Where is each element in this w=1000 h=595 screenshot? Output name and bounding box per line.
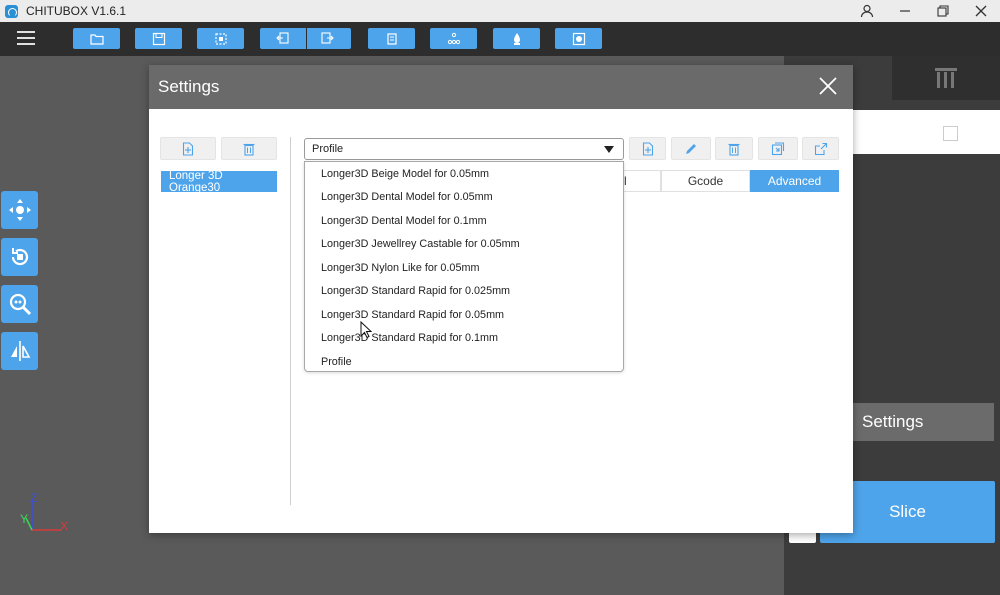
profile-option[interactable]: Longer3D Nylon Like for 0.05mm [305, 256, 623, 279]
edit-profile-button[interactable] [671, 137, 711, 160]
select-icon [214, 32, 227, 45]
tab-gcode[interactable]: Gcode [661, 170, 750, 192]
tab-hidden[interactable]: l [621, 170, 661, 192]
add-file-icon [642, 141, 653, 156]
restore-icon[interactable] [924, 0, 962, 22]
title-bar: CHITUBOX V1.6.1 [0, 0, 1000, 22]
export-profile-button[interactable] [802, 137, 839, 160]
settings-dialog: Settings Longer 3D Orange30 l Gcode Adva… [149, 65, 853, 533]
machine-list-item[interactable]: Longer 3D Orange30 [161, 170, 277, 194]
mouse-cursor-icon [360, 321, 372, 339]
main-toolbar [0, 22, 1000, 56]
frame-button[interactable] [555, 28, 602, 49]
support-button[interactable] [430, 28, 477, 49]
save-button[interactable] [135, 28, 182, 49]
profile-option[interactable]: Longer3D Standard Rapid for 0.05mm [305, 303, 623, 326]
copy-button[interactable] [368, 28, 415, 49]
hollow-button[interactable] [493, 28, 540, 49]
add-profile-button[interactable] [629, 137, 666, 160]
dialog-header: Settings [149, 65, 853, 109]
axis-y-label: Y [20, 512, 28, 526]
delete-profile-button[interactable] [715, 137, 753, 160]
delete-machine-button[interactable] [221, 137, 277, 160]
trash-icon [728, 143, 740, 156]
profile-option[interactable]: Longer3D Standard Rapid for 0.1mm [305, 327, 623, 350]
frame-icon [572, 32, 585, 45]
trash-icon [243, 143, 255, 156]
profile-option[interactable]: Longer3D Standard Rapid for 0.025mm [305, 280, 623, 303]
profile-option[interactable]: Longer3D Dental Model for 0.1mm [305, 209, 623, 232]
scale-tool-button[interactable] [1, 285, 38, 323]
tab-advanced[interactable]: Advanced [750, 170, 839, 192]
model-list-header [892, 56, 1000, 100]
add-machine-button[interactable] [160, 137, 216, 160]
dropdown-arrow-icon [604, 146, 614, 153]
move-tool-button[interactable] [1, 191, 38, 229]
delete-model-icon[interactable] [972, 125, 988, 146]
save-icon [152, 32, 165, 45]
move-icon [8, 199, 31, 221]
window-controls [848, 0, 1000, 22]
open-file-icon [89, 33, 104, 45]
add-file-icon [182, 141, 194, 156]
select-all-checkbox[interactable] [943, 126, 959, 141]
select-all-control[interactable]: Select All [886, 126, 959, 141]
pencil-icon [686, 143, 696, 154]
hollow-icon [513, 32, 520, 45]
profile-select[interactable]: Profile [304, 138, 624, 160]
rotate-icon [11, 248, 28, 266]
select-all-label: Select All [886, 126, 936, 141]
settings-button[interactable]: Settings [852, 403, 994, 441]
undo-icon[interactable] [276, 31, 290, 45]
import-profile-button[interactable] [758, 137, 798, 160]
platform-icon[interactable] [932, 65, 960, 91]
hamburger-menu-icon[interactable] [17, 31, 35, 45]
profile-option[interactable]: Longer3D Dental Model for 0.05mm [305, 186, 623, 209]
rotate-tool-button[interactable] [1, 238, 38, 276]
mirror-icon [10, 341, 30, 361]
export-icon [814, 142, 827, 155]
close-icon[interactable] [962, 0, 1000, 22]
settings-tabs: l Gcode Advanced [621, 170, 839, 192]
dialog-title: Settings [158, 77, 220, 96]
redo-icon[interactable] [320, 31, 334, 45]
support-icon [447, 32, 460, 44]
profile-option[interactable]: Profile [305, 350, 623, 373]
axis-z-label: Z [30, 491, 37, 505]
minimize-icon[interactable] [886, 0, 924, 22]
mirror-tool-button[interactable] [1, 332, 38, 370]
copy-icon [386, 32, 397, 45]
scale-icon [9, 293, 31, 316]
profile-select-value: Profile [312, 143, 344, 155]
axis-x-label: X [60, 519, 68, 533]
profile-option[interactable]: Longer3D Beige Model for 0.05mm [305, 162, 623, 185]
axis-indicator: Z Y X [20, 491, 68, 533]
open-file-button[interactable] [73, 28, 120, 49]
panel-divider [290, 137, 291, 505]
dialog-close-icon[interactable] [817, 75, 839, 97]
select-button[interactable] [197, 28, 244, 49]
profile-dropdown-list: Longer3D Beige Model for 0.05mm Longer3D… [304, 161, 624, 372]
import-icon [771, 141, 785, 155]
undo-redo-group [260, 28, 351, 49]
app-title: CHITUBOX V1.6.1 [26, 4, 127, 18]
user-icon[interactable] [848, 0, 886, 22]
app-logo-icon [5, 4, 18, 18]
profile-option[interactable]: Longer3D Jewellrey Castable for 0.05mm [305, 233, 623, 256]
